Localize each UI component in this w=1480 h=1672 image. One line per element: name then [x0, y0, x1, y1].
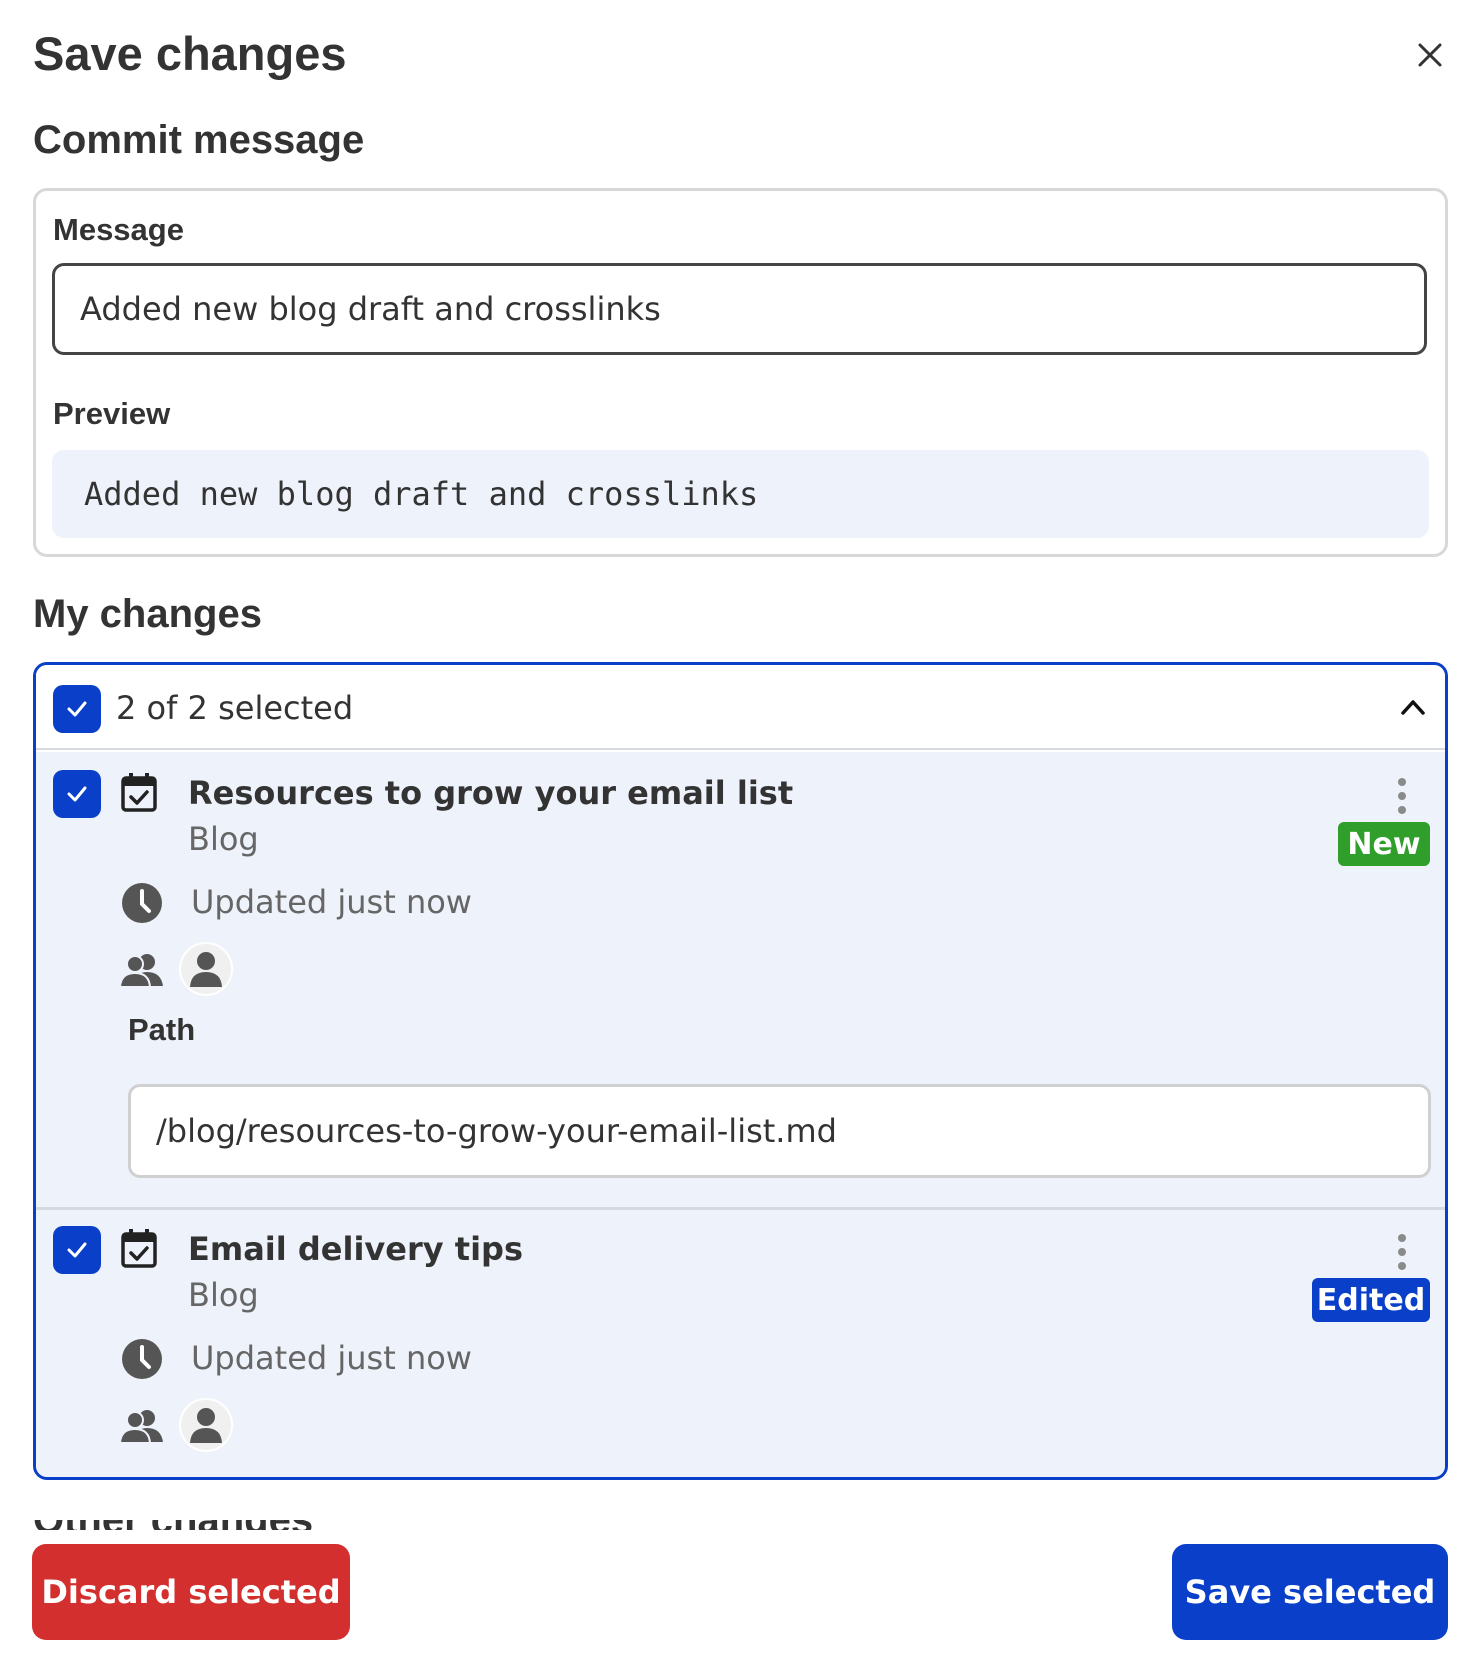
path-label: Path [128, 1012, 196, 1047]
message-label: Message [53, 212, 184, 247]
user-icon [190, 1408, 222, 1443]
avatar [179, 1398, 233, 1452]
discard-selected-button[interactable]: Discard selected [32, 1544, 350, 1640]
commit-preview: Added new blog draft and crosslinks [52, 450, 1429, 538]
changes-header: 2 of 2 selected [36, 665, 1445, 750]
chevron-up-icon [1401, 700, 1425, 715]
vertical-dots-icon [1398, 1234, 1406, 1270]
check-icon [67, 1242, 87, 1258]
check-icon [67, 701, 87, 717]
close-icon[interactable] [1417, 42, 1443, 68]
close-button[interactable] [1405, 30, 1455, 80]
item-type: Blog [188, 1276, 259, 1314]
more-options-button[interactable] [1374, 1224, 1430, 1280]
status-badge-new: New [1338, 822, 1430, 866]
collapse-toggle[interactable] [1391, 685, 1435, 729]
calendar-check-icon [119, 1226, 159, 1270]
user-icon [190, 952, 222, 987]
clock-icon [121, 1338, 163, 1380]
vertical-dots-icon [1398, 778, 1406, 814]
change-item: Email delivery tips Blog Edited Updated … [36, 1210, 1445, 1477]
users-icon [119, 952, 165, 988]
status-badge-edited: Edited [1312, 1278, 1430, 1322]
my-changes-heading: My changes [33, 592, 262, 636]
users-icon [119, 1408, 165, 1444]
changes-list: 2 of 2 selected Resources to grow your e… [33, 662, 1448, 1480]
item-type: Blog [188, 820, 259, 858]
change-item: Resources to grow your email list Blog N… [36, 752, 1445, 1207]
item-updated: Updated just now [191, 883, 472, 921]
avatar [179, 942, 233, 996]
item-title: Resources to grow your email list [188, 774, 794, 812]
clock-icon [121, 882, 163, 924]
more-options-button[interactable] [1374, 768, 1430, 824]
preview-label: Preview [53, 396, 171, 431]
path-input[interactable] [128, 1084, 1431, 1178]
other-changes-heading: Other changes [33, 1520, 313, 1530]
item-title: Email delivery tips [188, 1230, 523, 1268]
preview-text: Added new blog draft and crosslinks [84, 475, 759, 513]
calendar-check-icon [119, 770, 159, 814]
message-input[interactable] [52, 263, 1427, 355]
commit-message-heading: Commit message [33, 118, 365, 162]
item-checkbox[interactable] [53, 1226, 101, 1274]
select-all-checkbox[interactable] [53, 685, 101, 733]
selection-count: 2 of 2 selected [116, 689, 354, 727]
dialog-title: Save changes [33, 27, 347, 80]
item-checkbox[interactable] [53, 770, 101, 818]
check-icon [67, 786, 87, 802]
item-updated: Updated just now [191, 1339, 472, 1377]
save-selected-button[interactable]: Save selected [1172, 1544, 1448, 1640]
